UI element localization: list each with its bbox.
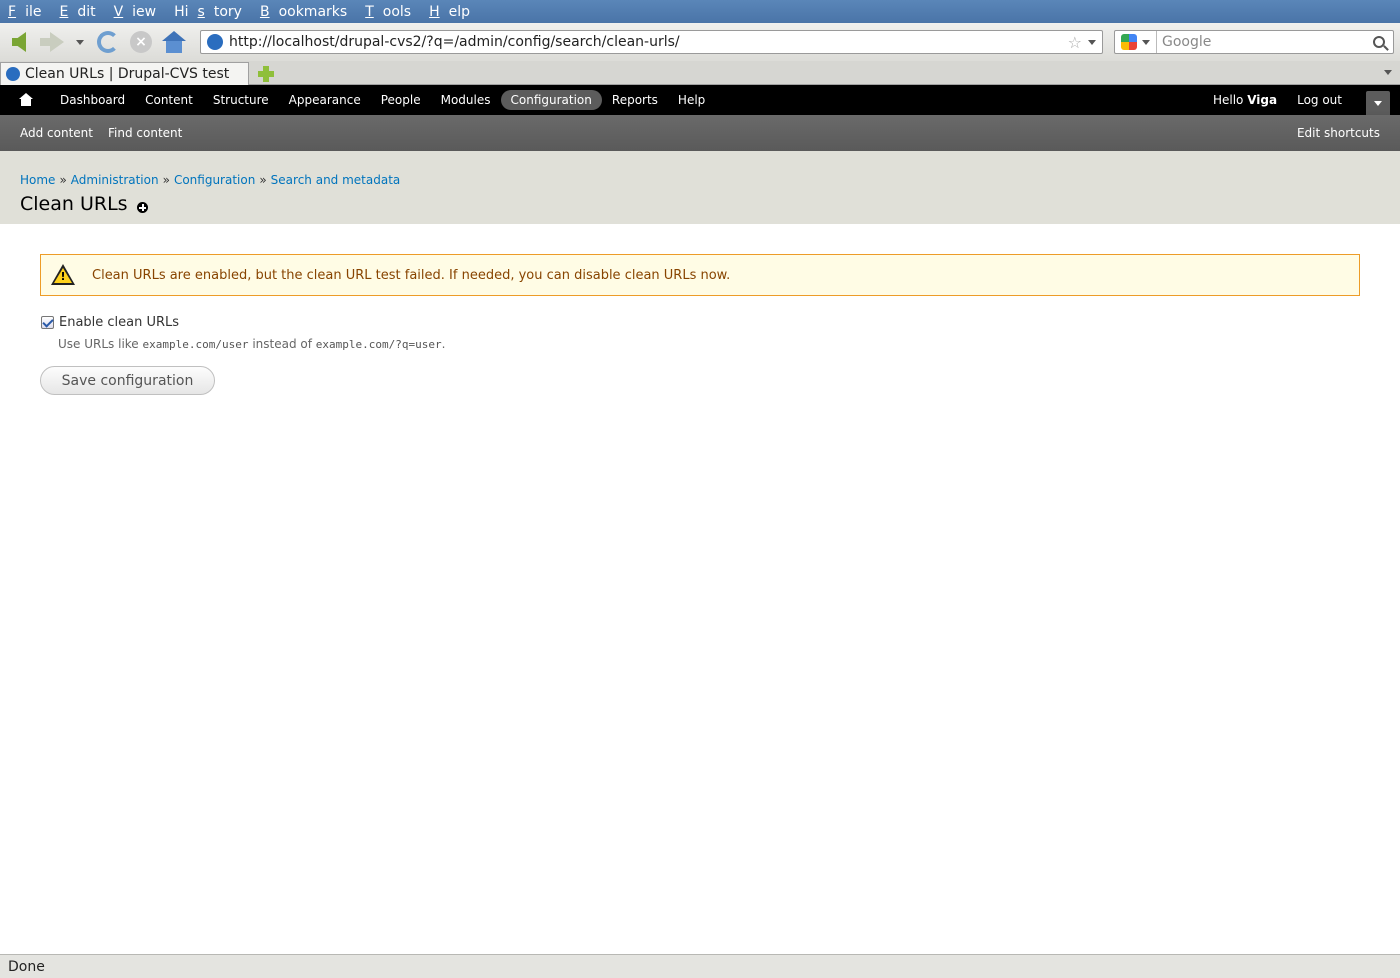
tab-clean-urls[interactable]: Clean URLs | Drupal-CVS test bbox=[0, 62, 249, 85]
clean-urls-option: Enable clean URLs bbox=[41, 315, 179, 330]
toolbar-home-icon[interactable] bbox=[18, 93, 34, 107]
browser-tab-bar: Clean URLs | Drupal-CVS test bbox=[0, 61, 1400, 85]
drupal-admin-toolbar: Dashboard Content Structure Appearance P… bbox=[0, 85, 1400, 115]
url-text[interactable]: http://localhost/drupal-cvs2/?q=/admin/c… bbox=[229, 34, 1068, 50]
browser-nav-toolbar: × http://localhost/drupal-cvs2/?q=/admin… bbox=[0, 23, 1400, 61]
back-button[interactable] bbox=[4, 27, 34, 57]
warning-message: ! Clean URLs are enabled, but the clean … bbox=[40, 254, 1360, 296]
engine-dropdown-icon[interactable] bbox=[1142, 39, 1150, 45]
enable-clean-urls-label[interactable]: Enable clean URLs bbox=[59, 315, 179, 330]
toolbar-item-modules[interactable]: Modules bbox=[431, 90, 501, 110]
browser-status-bar: Done bbox=[0, 954, 1400, 978]
page-header: Home» Administration» Configuration» Search… bbox=[0, 151, 1400, 224]
search-input[interactable]: Google bbox=[1157, 34, 1373, 50]
stop-button[interactable]: × bbox=[126, 27, 156, 57]
breadcrumb-configuration[interactable]: Configuration bbox=[174, 173, 255, 187]
home-button[interactable] bbox=[159, 27, 189, 57]
forward-button[interactable] bbox=[37, 27, 67, 57]
home-icon bbox=[162, 31, 186, 53]
save-configuration-button[interactable]: Save configuration bbox=[40, 366, 215, 395]
menu-file[interactable]: File bbox=[2, 4, 50, 20]
tab-title: Clean URLs | Drupal-CVS test bbox=[25, 66, 230, 82]
menu-view[interactable]: View bbox=[108, 4, 166, 20]
menu-bookmarks[interactable]: Bookmarks bbox=[254, 4, 356, 20]
shortcut-add-content[interactable]: Add content bbox=[20, 126, 93, 140]
toolbar-item-configuration[interactable]: Configuration bbox=[500, 90, 602, 110]
shortcuts-bar: Add content Find content Edit shortcuts bbox=[0, 115, 1400, 151]
breadcrumb-administration[interactable]: Administration bbox=[71, 173, 159, 187]
enable-clean-urls-checkbox[interactable] bbox=[41, 316, 54, 329]
chevron-down-icon bbox=[1374, 100, 1382, 106]
history-dropdown-button[interactable] bbox=[70, 27, 90, 57]
menu-tools[interactable]: Tools bbox=[359, 4, 420, 20]
reload-button[interactable] bbox=[93, 27, 123, 57]
toolbar-item-reports[interactable]: Reports bbox=[602, 90, 668, 110]
search-icon[interactable] bbox=[1373, 36, 1385, 48]
logout-link[interactable]: Log out bbox=[1297, 93, 1342, 107]
tab-list-chevron-icon[interactable] bbox=[1384, 70, 1392, 75]
new-tab-plus-icon[interactable] bbox=[258, 66, 274, 82]
stop-icon: × bbox=[130, 31, 152, 53]
status-text: Done bbox=[8, 958, 45, 975]
chevron-down-icon bbox=[76, 39, 84, 45]
toolbar-item-people[interactable]: People bbox=[371, 90, 431, 110]
clean-urls-description: Use URLs like example.com/user instead o… bbox=[58, 337, 446, 351]
breadcrumb: Home» Administration» Configuration» Search… bbox=[20, 173, 401, 187]
menu-history[interactable]: Hi s tory bbox=[168, 4, 251, 20]
search-bar[interactable]: Google bbox=[1114, 30, 1394, 54]
url-bar[interactable]: http://localhost/drupal-cvs2/?q=/admin/c… bbox=[200, 30, 1103, 54]
reload-icon bbox=[97, 31, 119, 53]
add-shortcut-plus-icon[interactable] bbox=[137, 202, 148, 213]
back-arrow-icon bbox=[12, 32, 26, 52]
shortcut-find-content[interactable]: Find content bbox=[108, 126, 182, 140]
forward-arrow-icon bbox=[40, 32, 64, 52]
edit-shortcuts-link[interactable]: Edit shortcuts bbox=[1297, 126, 1380, 140]
warning-triangle-icon: ! bbox=[51, 264, 75, 286]
google-engine-icon[interactable] bbox=[1121, 34, 1137, 50]
breadcrumb-home[interactable]: Home bbox=[20, 173, 55, 187]
drupal-favicon-icon bbox=[6, 67, 20, 81]
warning-text: Clean URLs are enabled, but the clean UR… bbox=[92, 267, 731, 283]
toolbar-item-help[interactable]: Help bbox=[668, 90, 715, 110]
hello-user: Hello Viga bbox=[1212, 93, 1278, 107]
toolbar-item-dashboard[interactable]: Dashboard bbox=[50, 90, 135, 110]
menu-edit[interactable]: Edit bbox=[53, 4, 104, 20]
username-link[interactable]: Viga bbox=[1247, 93, 1277, 107]
toolbar-item-structure[interactable]: Structure bbox=[203, 90, 279, 110]
drupal-favicon-icon bbox=[207, 34, 223, 50]
browser-menubar: File Edit View Hi s tory Bookmarks Tools H… bbox=[0, 0, 1400, 23]
page-title: Clean URLs bbox=[20, 193, 128, 215]
shortcuts-toggle-button[interactable] bbox=[1366, 91, 1390, 115]
url-dropdown-icon[interactable] bbox=[1088, 39, 1096, 45]
breadcrumb-search-metadata[interactable]: Search and metadata bbox=[271, 173, 401, 187]
bookmark-star-icon[interactable]: ☆ bbox=[1068, 33, 1082, 52]
toolbar-user-area: Hello Viga Log out bbox=[1213, 85, 1400, 115]
toolbar-item-appearance[interactable]: Appearance bbox=[279, 90, 371, 110]
toolbar-item-content[interactable]: Content bbox=[135, 90, 203, 110]
menu-help[interactable]: Help bbox=[423, 4, 479, 20]
